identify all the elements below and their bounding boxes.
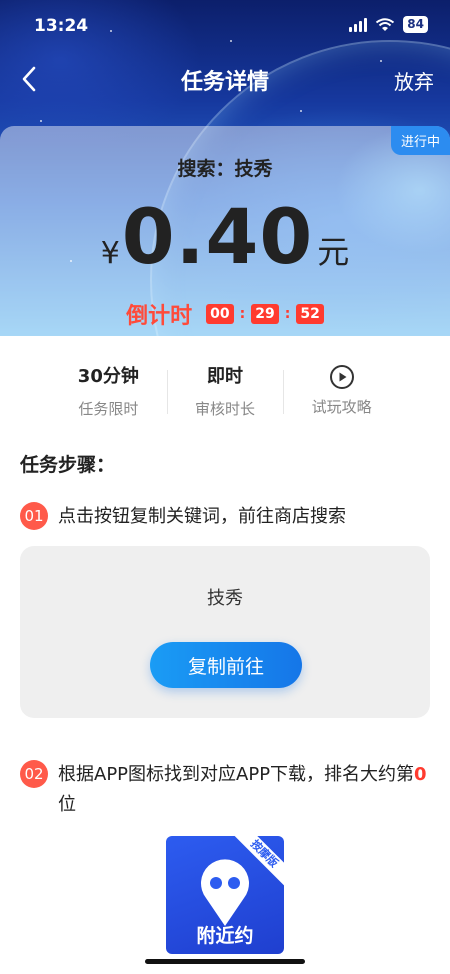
page-title: 任务详情: [180, 70, 269, 95]
stat-label: 审核时长: [195, 400, 256, 418]
stat-review-time: 即时 审核时长: [166, 362, 284, 422]
countdown-seconds: 52: [296, 304, 324, 324]
location-pin-icon: [201, 859, 249, 926]
step-text: 点击按钮复制关键词，前往商店搜索: [58, 506, 346, 527]
search-keyword-label: 搜索：技秀: [177, 158, 273, 180]
keyword-text: 技秀: [207, 588, 243, 609]
keyword-panel: 技秀 复制前往: [20, 546, 430, 718]
stat-label: 任务限时: [78, 400, 139, 418]
step-text-before: 根据APP图标找到对应APP下载，排名大约第: [58, 764, 415, 785]
stat-time-limit: 30分钟 任务限时: [50, 362, 167, 422]
step-number-badge: 01: [20, 502, 48, 530]
currency-unit: 元: [317, 233, 350, 271]
step-text-after: 位: [58, 794, 76, 815]
countdown: 倒计时 00 : 29 : 52: [0, 298, 450, 330]
step-1: 01 点击按钮复制关键词，前往商店搜索: [20, 502, 428, 532]
stat-value: 即时: [207, 366, 243, 387]
countdown-label: 倒计时: [126, 304, 193, 329]
wifi-icon: [376, 17, 395, 31]
step-2: 02 根据APP图标找到对应APP下载，排名大约第0 位: [20, 760, 428, 820]
hero-banner: 13:24 84 任务详情 放弃 进行中 搜索：技秀 ¥ 0.40 元 倒计时 …: [0, 0, 450, 336]
task-reward-card: 进行中 搜索：技秀 ¥ 0.40 元 倒计时 00 : 29 : 52: [0, 126, 450, 336]
trial-guide-button[interactable]: 试玩攻略: [283, 362, 400, 422]
stat-label: 试玩攻略: [311, 398, 372, 416]
currency-symbol: ¥: [100, 236, 120, 271]
home-indicator: [145, 959, 305, 964]
nav-bar: 任务详情 放弃: [0, 54, 450, 104]
countdown-minutes: 29: [251, 304, 279, 324]
rank-number: 0: [414, 764, 427, 785]
copy-and-go-button[interactable]: 复制前往: [150, 642, 302, 688]
status-icons: 84: [349, 16, 428, 33]
countdown-hours: 00: [206, 304, 234, 324]
play-circle-icon: [329, 365, 354, 389]
step-number-badge: 02: [20, 760, 48, 788]
app-name: 附近约: [196, 925, 254, 947]
giveup-button[interactable]: 放弃: [394, 66, 434, 95]
status-badge: 进行中: [390, 126, 450, 155]
status-time: 13:24: [34, 16, 89, 36]
status-bar: 13:24 84: [0, 0, 450, 54]
steps-title: 任务步骤：: [20, 454, 116, 476]
reward-amount: 0.40: [121, 192, 314, 281]
app-icon: 按摩版 附近约: [166, 836, 284, 954]
step-text: 根据APP图标找到对应APP下载，排名大约第0 位: [58, 760, 428, 820]
battery-indicator: 84: [403, 16, 428, 33]
stat-value: 30分钟: [77, 366, 139, 387]
task-stats: 30分钟 任务限时 即时 审核时长 试玩攻略: [50, 362, 400, 422]
signal-icon: [349, 17, 368, 32]
reward-price: ¥ 0.40 元: [0, 192, 450, 282]
